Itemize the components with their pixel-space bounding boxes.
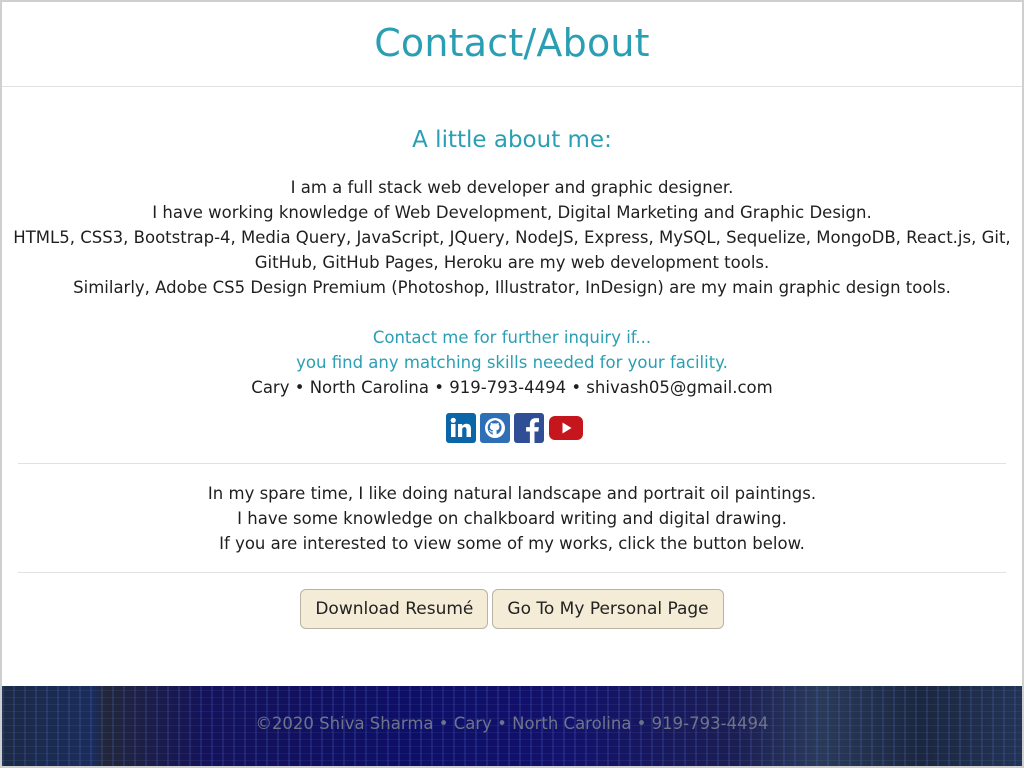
footer-copyright: ©2020 Shiva Sharma • Cary • North Caroli…: [255, 713, 769, 733]
spare-time-text: In my spare time, I like doing natural l…: [0, 481, 1024, 556]
about-line: HTML5, CSS3, Bootstrap-4, Media Query, J…: [13, 228, 1011, 247]
action-buttons: Download Resumé Go To My Personal Page: [0, 589, 1024, 629]
about-heading: A little about me:: [412, 127, 612, 153]
about-line: GitHub, GitHub Pages, Heroku are my web …: [254, 253, 770, 272]
about-text: I am a full stack web developer and grap…: [0, 175, 1024, 300]
about-line: I am a full stack web developer and grap…: [290, 178, 734, 197]
page-header: Contact/About: [0, 0, 1024, 87]
page-footer: ©2020 Shiva Sharma • Cary • North Caroli…: [2, 686, 1022, 768]
main-content: A little about me: I am a full stack web…: [0, 127, 1024, 629]
youtube-link[interactable]: [548, 413, 583, 443]
about-line: I have working knowledge of Web Developm…: [152, 203, 872, 222]
linkedin-link[interactable]: [446, 413, 476, 443]
personal-page-button[interactable]: Go To My Personal Page: [492, 589, 724, 629]
divider: [18, 463, 1006, 464]
youtube-icon: [549, 416, 583, 440]
contact-prompt-line-1: Contact me for further inquiry if...: [372, 328, 652, 347]
social-links: [0, 413, 1024, 443]
linkedin-icon: [446, 413, 476, 443]
contact-prompt-line-2: you find any matching skills needed for …: [296, 353, 728, 372]
spare-line: I have some knowledge on chalkboard writ…: [237, 509, 787, 528]
download-resume-button[interactable]: Download Resumé: [300, 589, 489, 629]
spare-line: If you are interested to view some of my…: [219, 534, 805, 553]
contact-block: Contact me for further inquiry if... you…: [0, 325, 1024, 400]
facebook-icon: [514, 413, 544, 443]
divider: [18, 572, 1006, 573]
contact-details: Cary • North Carolina • 919-793-4494 • s…: [251, 378, 773, 397]
github-link[interactable]: [480, 413, 510, 443]
page-title: Contact/About: [374, 21, 650, 65]
about-line: Similarly, Adobe CS5 Design Premium (Pho…: [73, 278, 951, 297]
github-icon: [480, 413, 510, 443]
facebook-link[interactable]: [514, 413, 544, 443]
spare-line: In my spare time, I like doing natural l…: [207, 484, 817, 503]
